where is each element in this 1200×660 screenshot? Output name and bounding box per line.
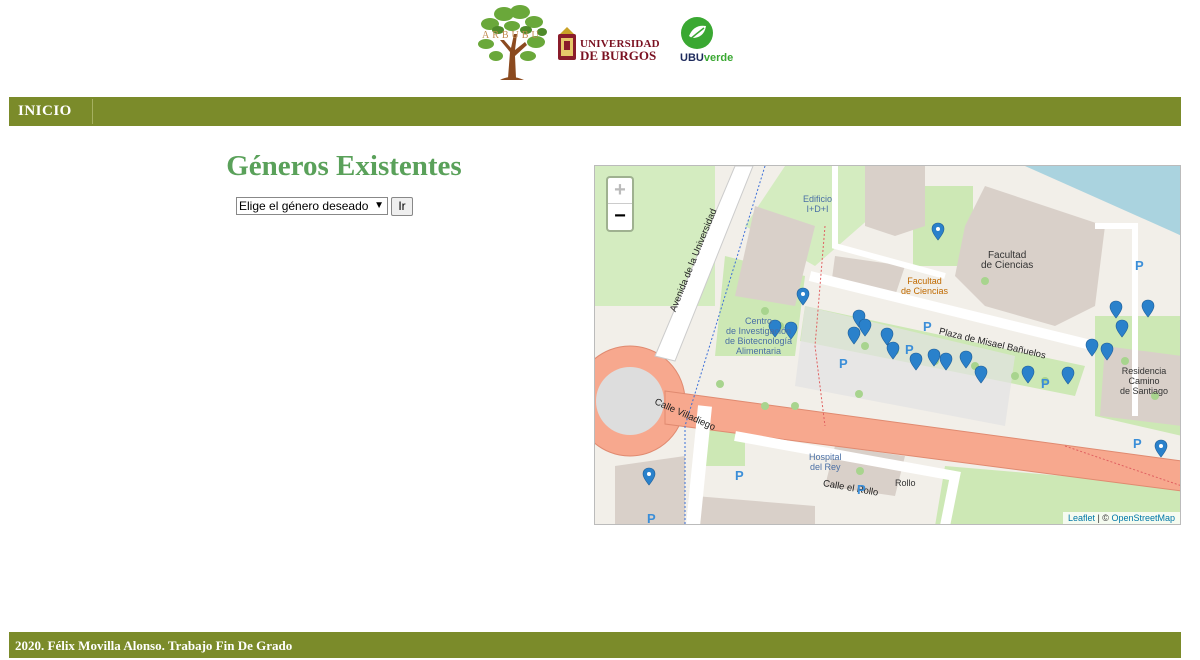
parking-label: P <box>923 319 932 334</box>
map[interactable]: + − Edificio I+D+I Facultad de Ciencias … <box>594 165 1181 525</box>
nav-home-link[interactable]: INICIO <box>11 99 93 124</box>
parking-label: P <box>735 468 744 483</box>
map-tiles <box>595 166 1180 524</box>
map-label-centro: Centro de Investigación de Biotecnología… <box>725 316 793 356</box>
genus-select-value: Elige el género deseado <box>239 199 369 213</box>
chevron-down-icon: ▼ <box>374 200 384 211</box>
map-label-rollo: Rollo <box>895 478 916 488</box>
parking-label: P <box>839 356 848 371</box>
ubuverde-verde: verde <box>703 52 734 64</box>
ubuverde-logo: UBUverde <box>676 16 734 68</box>
arbubu-logo: ARBUBU <box>470 0 552 82</box>
osm-link[interactable]: OpenStreetMap <box>1111 513 1175 523</box>
ubu-line2: DE BURGOS <box>580 48 657 63</box>
go-button[interactable]: Ir <box>391 197 413 216</box>
map-label-facultad: Facultad de Ciencias <box>981 250 1034 271</box>
leaflet-link[interactable]: Leaflet <box>1068 513 1095 523</box>
map-label-edificio: Edificio I+D+I <box>803 194 833 214</box>
parking-label: P <box>905 342 914 357</box>
ubuverde-ubu: UBU <box>680 52 704 64</box>
map-label-residencia: Residencia Camino de Santiago <box>1120 366 1169 396</box>
universidad-burgos-logo: UNIVERSIDAD DE BURGOS <box>556 26 664 66</box>
map-label-facultad-bar: Facultad de Ciencias <box>901 276 949 296</box>
arbubu-logo-text: ARBUBU <box>482 30 542 41</box>
header: ARBUBU UNIVERSIDAD DE BURGOS UBUverde <box>0 0 1200 97</box>
parking-label: P <box>647 511 656 525</box>
genus-select[interactable]: Elige el género deseado ▼ <box>236 197 388 215</box>
zoom-in-button[interactable]: + <box>608 178 632 204</box>
footer: 2020. Félix Movilla Alonso. Trabajo Fin … <box>9 632 1181 658</box>
parking-label: P <box>1041 376 1050 391</box>
parking-label: P <box>1133 436 1142 451</box>
map-label-hospital: Hospital del Rey <box>809 452 842 472</box>
zoom-out-button[interactable]: − <box>608 204 632 230</box>
map-attribution: Leaflet | © OpenStreetMap <box>1062 512 1180 524</box>
nav-bar: INICIO <box>9 97 1181 126</box>
page-title: Géneros Existentes <box>226 150 462 182</box>
zoom-control: + − <box>606 176 634 232</box>
parking-label: P <box>857 482 866 497</box>
parking-label: P <box>1135 258 1144 273</box>
attribution-separator: | © <box>1094 513 1112 523</box>
